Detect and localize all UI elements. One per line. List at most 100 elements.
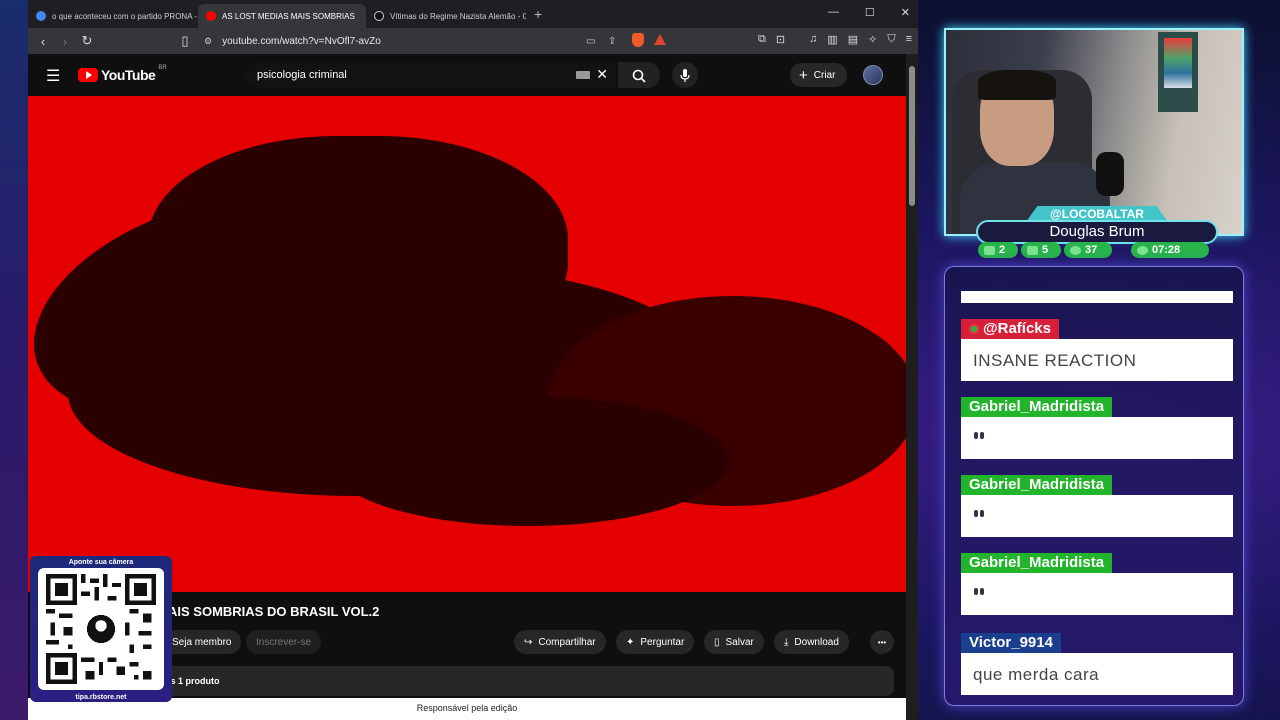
wallet-icon[interactable]: ▤ [848,33,858,46]
share-url-icon[interactable]: ⇪ [608,36,616,47]
clock-icon [1137,245,1148,255]
youtube-icon [1027,245,1038,255]
leo-ai-icon[interactable]: ✧ [868,33,877,46]
streamer-hair [978,70,1056,100]
forward-arrow-icon[interactable]: › [54,34,76,49]
chat-text: que merda cara [973,665,1100,684]
qr-code-image [46,574,156,684]
chat-username: Gabriel_Madridista [961,475,1113,495]
region-code: BR [158,65,167,71]
qr-code [38,568,164,690]
chat-message: Gabriel_Madridista [961,553,1233,615]
streamer-name: Douglas Brum [976,220,1218,244]
bookmark-icon[interactable]: ▯ [174,33,196,49]
search-input[interactable]: psicologia criminal ✕ [246,62,616,88]
viewers-icon [1070,245,1081,255]
search-query: psicologia criminal [257,69,347,81]
chat-bubble [961,417,1233,459]
emote-icon [973,430,985,444]
voice-search-button[interactable] [672,62,698,88]
description-box[interactable]: nês 1 produto [160,666,894,696]
subscribe-button[interactable]: Inscrever-se [246,630,322,654]
video-title: AIS SOMBRIAS DO BRASIL VOL.2 [168,604,380,619]
stat-uptime: 07:28 [1131,242,1209,258]
stat-value: 37 [1085,244,1098,256]
site-info-icon[interactable]: ⚙ [204,36,212,47]
chat-text: INSANE REACTION [973,351,1137,370]
share-label: Compartilhar [538,636,596,648]
qr-label: Aponte sua câmera [68,559,134,566]
address-bar[interactable]: ⚙ youtube.com/watch?v=NvOfl7-avZo ▭ ⇪ [196,30,666,52]
save-label: Salvar [725,636,754,648]
video-player[interactable] [28,96,906,592]
google-icon [36,11,46,21]
navigation-bar: ‹ › ↻ ▯ ⚙ youtube.com/watch?v=NvOfl7-avZ… [28,28,918,54]
sparkle-icon: ✦ [626,636,635,648]
stat-value: 5 [1042,244,1049,256]
window-controls: — ☐ ✕ [828,6,910,19]
more-icon: ••• [877,637,887,647]
bookmark-save-icon: ▯ [714,636,720,648]
menu-icon[interactable]: ≡ [906,33,912,46]
tab-grok[interactable]: Vítimas do Regime Nazista Alemão - Grok [366,4,526,28]
download-button[interactable]: ⤓ Download [774,630,849,654]
youtube-header: ☰ YouTube BR psicologia criminal ✕ + Cri… [28,54,908,96]
music-icon[interactable]: ♫ [809,33,817,46]
streamer-nametag: @LOCOBALTAR Douglas Brum 2 5 37 07:28 [976,206,1218,262]
sidebar-icon[interactable]: ▥ [827,33,837,46]
tab-lost-medias[interactable]: AS LOST MEDIAS MAIS SOMBRIAS ✕ [198,4,366,28]
minimize-button[interactable]: — [828,6,839,19]
vpn-icon[interactable]: ⛉ [887,33,895,46]
share-button[interactable]: ↪ Compartilhar [514,630,606,654]
back-arrow-icon[interactable]: ‹ [32,34,54,49]
close-window-button[interactable]: ✕ [901,6,910,19]
tab-bar: o que aconteceu com o partido PRONA - Pe… [28,0,918,28]
tab-prona[interactable]: o que aconteceu com o partido PRONA - Pe [28,4,198,28]
search-icon [632,69,646,83]
stat-chat: 2 [978,242,1018,258]
new-tab-button[interactable]: + [534,6,542,22]
youtube-play-icon [78,68,98,82]
tab-label: o que aconteceu com o partido PRONA - Pe [52,11,198,21]
youtube-wordmark: YouTube [101,67,156,83]
youtube-favicon-icon [206,11,216,21]
reload-icon[interactable]: ↻ [76,33,98,49]
stat-viewers: 37 [1064,242,1112,258]
cast-icon[interactable]: ▭ [586,36,595,47]
subscribe-label: Inscrever-se [256,636,312,648]
page-scrollbar[interactable] [906,54,918,720]
hamburger-menu-icon[interactable]: ☰ [46,66,60,86]
brave-rewards-icon[interactable] [654,34,666,45]
stat-youtube: 5 [1021,242,1061,258]
keyboard-icon[interactable] [576,71,590,79]
stream-stats: 2 5 37 07:28 [978,242,1218,258]
extension-icons: ⧉ ⊡ ♫ ▥ ▤ ✧ ⛉ ≡ [758,33,912,46]
extensions-icon[interactable]: ⧉ [758,33,766,46]
create-button[interactable]: + Criar [790,63,848,87]
download-label: Download [794,636,839,648]
youtube-logo[interactable]: YouTube BR [78,65,167,83]
tab-label: AS LOST MEDIAS MAIS SOMBRIAS [222,11,355,21]
footer-text: Responsável pela edição [416,703,518,713]
save-button[interactable]: ▯ Salvar [704,630,764,654]
tab-label: Vítimas do Regime Nazista Alemão - Grok [390,11,526,21]
maximize-button[interactable]: ☐ [865,6,875,19]
webcam-feed [944,28,1244,236]
clear-search-icon[interactable]: ✕ [596,66,608,83]
username-text: @Rafícks [983,320,1051,337]
chat-username: Victor_9914 [961,633,1061,653]
ask-label: Perguntar [640,636,685,648]
join-button[interactable]: Seja membro [162,630,242,654]
emote-icon [973,586,985,600]
ask-button[interactable]: ✦ Perguntar [616,630,695,654]
more-actions-button[interactable]: ••• [870,630,894,654]
chat-message: Gabriel_Madridista [961,475,1233,537]
screenshot-icon[interactable]: ⊡ [776,33,785,46]
brave-shield-icon[interactable] [632,33,644,47]
scrollbar-thumb[interactable] [909,66,915,206]
download-icon: ⤓ [784,636,789,648]
account-avatar[interactable] [863,65,883,85]
url-text: youtube.com/watch?v=NvOfl7-avZo [222,35,381,47]
qr-site-url: tipa.rbstore.net [75,694,127,701]
search-button[interactable] [618,62,660,88]
